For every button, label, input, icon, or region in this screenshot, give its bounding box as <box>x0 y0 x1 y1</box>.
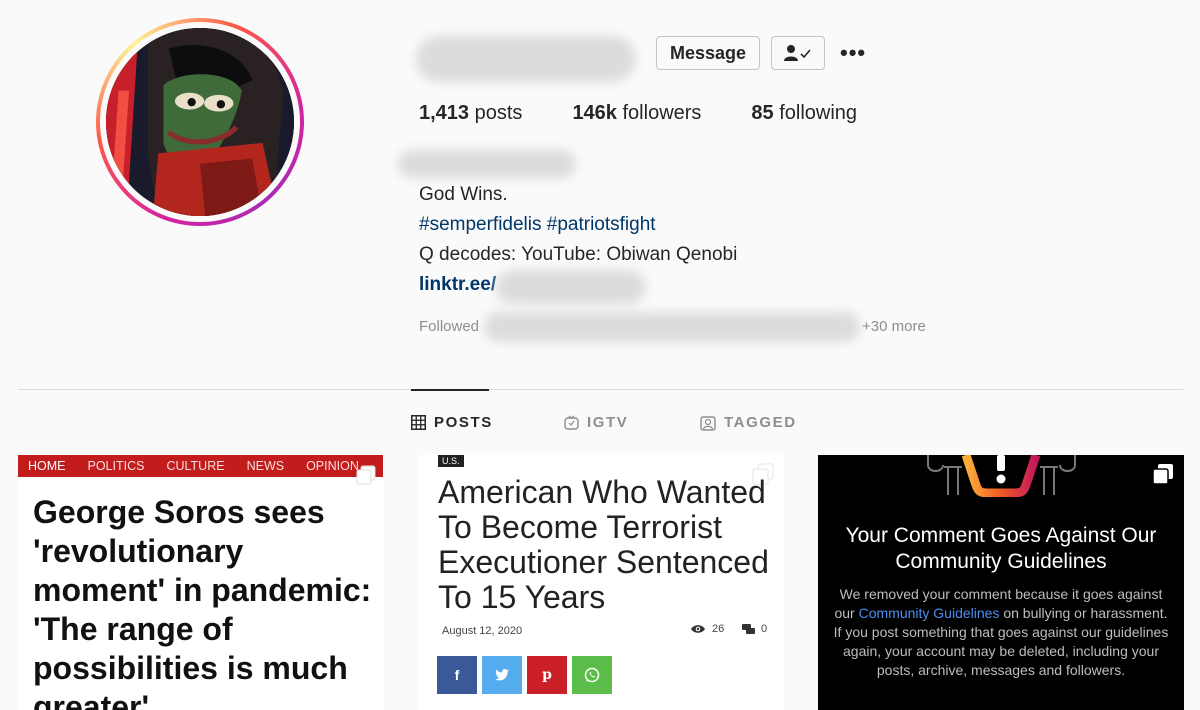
article-headline: George Soros sees 'revolutionary moment'… <box>33 494 372 710</box>
share-pinterest-button[interactable]: p <box>527 656 567 694</box>
following-toggle-button[interactable] <box>771 36 825 70</box>
tab-tagged[interactable]: TAGGED <box>700 414 797 431</box>
following-count: 85 <box>751 102 774 124</box>
guidelines-body: We removed your comment because it goes … <box>832 585 1170 680</box>
followers-label: followers <box>622 102 702 124</box>
article-views: 26 <box>690 623 724 635</box>
article-nav-item: HOME <box>28 459 66 473</box>
pinterest-icon: p <box>542 667 552 683</box>
followed-by-label[interactable]: Followed <box>419 318 479 335</box>
post-tile[interactable]: U.S. American Who Wanted To Become Terro… <box>418 455 784 710</box>
article-nav-item: NEWS <box>246 459 285 473</box>
tabs-divider <box>18 389 1183 390</box>
twitter-icon <box>495 669 509 681</box>
article-nav-bar: HOME POLITICS CULTURE NEWS OPINION <box>18 455 383 477</box>
profile-stats: 1,413 posts 146k followers 85 following <box>419 102 907 125</box>
article-comments: 0 <box>742 623 767 635</box>
following-stat[interactable]: 85 following <box>751 102 857 125</box>
article-headline: American Who Wanted To Become Terrorist … <box>438 474 769 615</box>
profile-avatar[interactable] <box>96 18 304 226</box>
tab-tagged-label: TAGGED <box>724 414 797 431</box>
posts-label: posts <box>474 102 523 124</box>
carousel-multiple-icon <box>356 465 376 485</box>
views-count: 26 <box>712 623 725 635</box>
eye-icon <box>691 625 705 633</box>
person-check-icon <box>784 45 811 61</box>
hooded-frog-avatar-icon <box>106 28 294 216</box>
active-tab-indicator <box>411 389 489 391</box>
article-date: August 12, 2020 <box>442 625 523 637</box>
bio-line: God Wins. <box>419 184 508 205</box>
article-nav-item: POLITICS <box>87 459 145 473</box>
comments-count: 0 <box>761 623 768 635</box>
posts-stat: 1,413 posts <box>419 102 522 125</box>
bio-website-link[interactable]: linktr.ee/ <box>419 274 496 296</box>
followers-stat[interactable]: 146k followers <box>572 102 701 125</box>
bio-hashtags[interactable]: #semperfidelis #patriotsfight <box>419 214 656 236</box>
followed-by-redacted <box>484 312 860 342</box>
community-guidelines-link[interactable]: Community Guidelines <box>859 605 1000 621</box>
carousel-multiple-icon <box>1152 464 1173 485</box>
followers-count: 146k <box>572 102 617 124</box>
article-nav-item: CULTURE <box>166 459 225 473</box>
bio-line: Q decodes: YouTube: Obiwan Qenobi <box>419 244 738 265</box>
comments-icon <box>742 623 755 634</box>
whatsapp-icon <box>584 667 600 683</box>
instagram-profile-page: Message ••• 1,413 posts 146k followers 8… <box>0 0 1200 710</box>
grid-icon <box>411 415 426 430</box>
username-redacted <box>416 36 636 82</box>
post-tile[interactable]: HOME POLITICS CULTURE NEWS OPINION Georg… <box>18 455 384 710</box>
following-label: following <box>779 102 858 124</box>
avatar-image <box>106 28 294 216</box>
guidelines-title: Your Comment Goes Against Our Community … <box>845 524 1157 573</box>
message-button[interactable]: Message <box>656 36 760 70</box>
more-options-icon[interactable]: ••• <box>840 40 866 66</box>
facebook-icon: f <box>454 667 460 683</box>
tab-posts-label: POSTS <box>434 414 493 431</box>
tagged-icon <box>700 415 716 431</box>
article-category-tag: U.S. <box>438 455 464 467</box>
warning-illustration-icon <box>927 455 1076 497</box>
followed-by-more[interactable]: +30 more <box>862 318 926 335</box>
post-tile[interactable]: Your Comment Goes Against Our Community … <box>818 455 1184 710</box>
tv-icon <box>564 415 579 430</box>
tab-igtv[interactable]: IGTV <box>564 414 628 431</box>
tab-igtv-label: IGTV <box>587 414 629 431</box>
link-redacted <box>496 270 646 304</box>
tab-posts[interactable]: POSTS <box>411 414 493 431</box>
share-facebook-button[interactable]: f <box>437 656 477 694</box>
share-twitter-button[interactable] <box>482 656 522 694</box>
posts-count: 1,413 <box>419 102 470 124</box>
display-name-redacted <box>398 150 576 178</box>
share-whatsapp-button[interactable] <box>572 656 612 694</box>
message-button-label: Message <box>669 42 747 63</box>
